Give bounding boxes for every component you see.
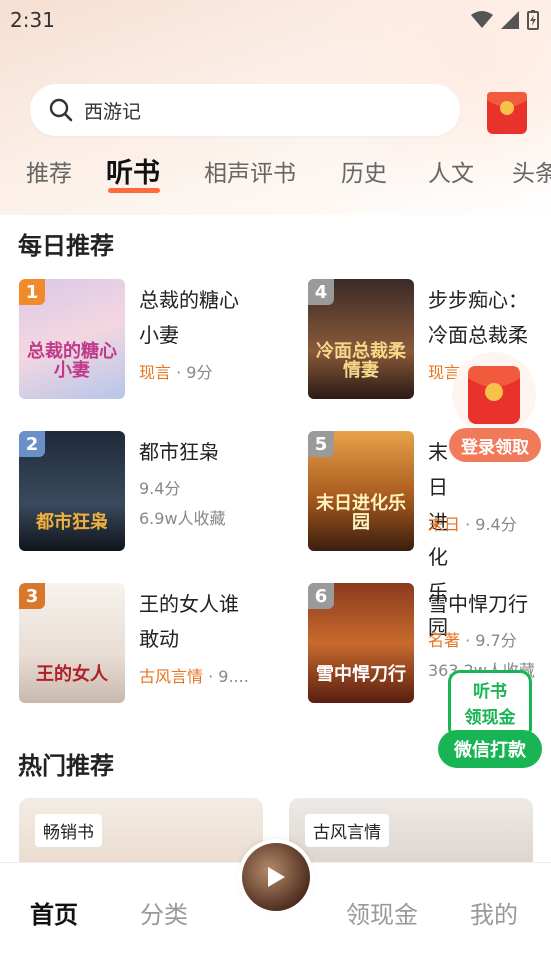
book-score: · 9分 bbox=[171, 363, 213, 382]
book-card[interactable]: 总裁的糖心小妻 1 总裁的糖心小妻 现言 · 9分 bbox=[19, 279, 279, 404]
rank-badge: 2 bbox=[19, 431, 45, 457]
rank-badge: 6 bbox=[308, 583, 334, 609]
battery-icon bbox=[527, 10, 539, 30]
book-title: 王的女人谁敢动 bbox=[139, 592, 239, 651]
tab-audiobook[interactable]: 听书 bbox=[106, 151, 160, 190]
book-genre: 末日 bbox=[428, 515, 461, 534]
rank-badge: 4 bbox=[308, 279, 334, 305]
book-card[interactable]: 都市狂枭 2 都市狂枭 9.4分 6.9w人收藏 bbox=[19, 431, 279, 556]
cover-title: 雪中悍刀行 bbox=[316, 664, 406, 686]
book-score: · 9.4分 bbox=[460, 515, 517, 534]
book-cover: 总裁的糖心小妻 1 bbox=[19, 279, 125, 399]
book-meta: 古风言情 · 9.... bbox=[139, 663, 249, 687]
rank-badge: 3 bbox=[19, 583, 45, 609]
tab-humanities[interactable]: 人文 bbox=[428, 154, 474, 188]
book-card[interactable]: 王的女人 3 王的女人谁敢动 古风言情 · 9.... bbox=[19, 583, 279, 708]
status-icons bbox=[471, 10, 539, 30]
wifi-icon bbox=[471, 11, 493, 28]
book-title: 都市狂枭 bbox=[139, 440, 219, 464]
tab-recommend[interactable]: 推荐 bbox=[26, 154, 72, 188]
book-title: 雪中悍刀行 bbox=[428, 592, 528, 616]
tab-history[interactable]: 历史 bbox=[341, 154, 387, 188]
rank-badge: 5 bbox=[308, 431, 334, 457]
login-reward-button[interactable]: 登录领取 bbox=[449, 428, 541, 462]
book-score: · 9.7分 bbox=[460, 631, 517, 650]
cover-title: 总裁的糖心小妻 bbox=[27, 341, 117, 382]
book-meta: 现言 · 9分 bbox=[139, 359, 212, 383]
signal-icon bbox=[501, 11, 519, 29]
book-genre: 名著 bbox=[428, 631, 461, 650]
book-score: · 9.... bbox=[203, 667, 249, 686]
category-tabs: 推荐 听书 相声评书 历史 人文 头条 bbox=[0, 154, 551, 204]
cover-title: 末日进化乐园 bbox=[316, 493, 406, 534]
active-tab-indicator bbox=[108, 188, 160, 193]
book-favorites: 6.9w人收藏 bbox=[139, 509, 226, 528]
play-icon bbox=[268, 867, 285, 887]
cover-title: 都市狂枭 bbox=[36, 512, 108, 534]
cash-line2: 领现金 bbox=[464, 708, 516, 728]
book-cover: 都市狂枭 2 bbox=[19, 431, 125, 551]
book-score: 9.4分 bbox=[139, 479, 181, 498]
hot-card-tag: 古风言情 bbox=[305, 814, 389, 847]
player-button[interactable] bbox=[238, 839, 314, 915]
book-cover: 冷面总裁柔情妻 4 bbox=[308, 279, 414, 399]
tab-headlines[interactable]: 头条 bbox=[512, 154, 551, 188]
cash-line1: 听书 bbox=[473, 682, 507, 702]
book-cover: 王的女人 3 bbox=[19, 583, 125, 703]
bottom-nav: 首页 分类 领现金 我的 bbox=[0, 839, 551, 979]
hot-card-tag: 畅销书 bbox=[35, 814, 102, 847]
book-genre: 现言 bbox=[139, 363, 172, 382]
nav-category[interactable]: 分类 bbox=[140, 895, 188, 930]
red-packet-icon[interactable] bbox=[484, 86, 530, 136]
daily-section-title: 每日推荐 bbox=[18, 232, 114, 260]
book-genre: 古风言情 bbox=[139, 667, 204, 686]
book-meta: 名著 · 9.7分 bbox=[428, 627, 517, 651]
rank-badge: 1 bbox=[19, 279, 45, 305]
search-bar[interactable]: 西游记 bbox=[30, 84, 460, 136]
status-time: 2:31 bbox=[10, 8, 55, 32]
book-cover: 末日进化乐园 5 bbox=[308, 431, 414, 551]
search-icon bbox=[49, 98, 73, 122]
status-bar: 2:31 bbox=[0, 0, 551, 40]
nav-mine[interactable]: 我的 bbox=[470, 895, 518, 930]
now-playing-cover bbox=[242, 843, 310, 911]
book-title: 总裁的糖心小妻 bbox=[139, 288, 239, 347]
tab-crosstalk[interactable]: 相声评书 bbox=[204, 154, 296, 188]
cover-title: 冷面总裁柔情妻 bbox=[316, 341, 406, 382]
book-title: 步步痴心：冷面总裁柔 bbox=[428, 288, 528, 347]
cash-reward-float[interactable]: 听书 领现金 微信打款 bbox=[438, 670, 542, 770]
nav-cash[interactable]: 领现金 bbox=[346, 895, 418, 930]
book-cover: 雪中悍刀行 6 bbox=[308, 583, 414, 703]
cover-title: 王的女人 bbox=[36, 664, 108, 686]
hot-section-title: 热门推荐 bbox=[18, 752, 114, 780]
book-meta: 末日 · 9.4分 bbox=[428, 511, 517, 535]
nav-home[interactable]: 首页 bbox=[30, 895, 78, 930]
wechat-payout-button[interactable]: 微信打款 bbox=[438, 730, 542, 768]
search-query: 西游记 bbox=[84, 100, 142, 123]
